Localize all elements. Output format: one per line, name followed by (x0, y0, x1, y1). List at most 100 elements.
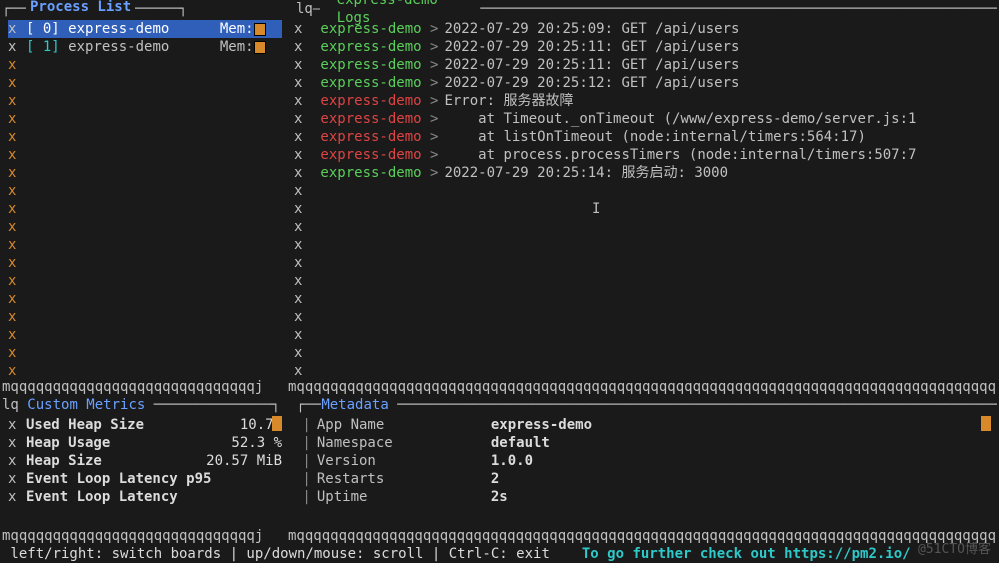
process-index: [ 1] (26, 38, 68, 56)
process-row[interactable]: x[ 1] express-demo Mem: (8, 38, 282, 56)
row-marker-icon: x (8, 434, 26, 452)
metric-value: 20.57 MiB (206, 452, 282, 470)
log-line: x express-demo > at process.processTimer… (294, 146, 991, 164)
row-marker-icon: x (8, 362, 26, 378)
mem-usage-bar-icon (254, 23, 266, 36)
process-list-title: Process List (26, 0, 135, 16)
empty-row: x (8, 146, 282, 164)
metric-row: xHeap Usage 52.3 % (8, 434, 282, 452)
log-message: Error: 服务器故障 (438, 92, 573, 110)
empty-row: x (294, 254, 991, 272)
row-marker-icon: x (294, 110, 312, 128)
metric-row: xUsed Heap Size10.76 (8, 416, 282, 434)
metadata-value: 1.0.0 (491, 452, 533, 470)
metadata-value: default (491, 434, 550, 452)
log-process-name: express-demo (312, 20, 430, 38)
row-marker-icon: x (8, 344, 26, 362)
row-marker-icon: | (294, 435, 311, 451)
empty-row: x (294, 326, 991, 344)
process-row[interactable]: x[ 0] express-demo Mem: (8, 20, 282, 38)
watermark: @51CTO博客 (918, 541, 991, 559)
log-separator: > (430, 164, 438, 182)
metadata-row: |Uptime2s (294, 488, 991, 506)
metadata-value: express-demo (491, 416, 592, 434)
row-marker-icon: x (294, 272, 312, 290)
logs-body[interactable]: x express-demo >2022-07-29 20:25:09: GET… (288, 18, 997, 378)
row-marker-icon: x (8, 200, 26, 218)
metric-label: Event Loop Latency (26, 489, 178, 505)
log-line: x express-demo > at Timeout._onTimeout (… (294, 110, 991, 128)
divider-border: mqqqqqqqqqqqqqqqqqqqqqqqqqqqqqqqqqqqqqqq… (288, 378, 997, 396)
footer-link[interactable]: To go further check out https://pm2.io/ (582, 545, 911, 563)
empty-row: x (8, 308, 282, 326)
empty-row: x (8, 200, 282, 218)
row-marker-icon: x (8, 128, 26, 146)
log-separator: > (430, 56, 438, 74)
metric-label: Heap Usage (26, 435, 110, 451)
empty-row: x (8, 164, 282, 182)
log-message: 2022-07-29 20:25:09: GET /api/users (438, 20, 739, 38)
process-list-panel: ┌── Process List ─────────────────┐ x[ 0… (2, 0, 288, 378)
log-line: x express-demo > at listOnTimeout (node:… (294, 128, 991, 146)
empty-row: x (294, 290, 991, 308)
metadata-row: |Namespacedefault (294, 434, 991, 452)
row-marker-icon: | (294, 417, 311, 433)
scroll-indicator-icon (981, 416, 991, 431)
row-marker-icon: x (294, 56, 312, 74)
log-message: 2022-07-29 20:25:14: 服务启动: 3000 (438, 164, 728, 182)
row-marker-icon: x (294, 182, 312, 200)
row-marker-icon: x (8, 218, 26, 236)
log-separator: > (430, 20, 438, 38)
metadata-label: Restarts (311, 470, 491, 488)
log-message: at listOnTimeout (node:internal/timers:5… (438, 128, 865, 146)
row-marker-icon: x (8, 74, 26, 92)
metrics-body: xUsed Heap Size10.76xHeap Usage52.3 %xHe… (2, 414, 288, 508)
empty-row: x (294, 182, 991, 200)
empty-row: x (8, 344, 282, 362)
metadata-panel: ┌── Metadata ───────────────────────────… (288, 396, 997, 527)
metadata-title: Metadata (321, 396, 388, 414)
empty-row: x (8, 128, 282, 146)
row-marker-icon: | (294, 453, 311, 469)
row-marker-icon: x (8, 92, 26, 110)
empty-row: xI (294, 200, 991, 218)
process-list-body[interactable]: x[ 0] express-demo Mem:x[ 1] express-dem… (2, 18, 288, 378)
row-marker-icon: x (8, 56, 26, 74)
log-line: x express-demo >2022-07-29 20:25:14: 服务启… (294, 164, 991, 182)
log-line: x express-demo >2022-07-29 20:25:11: GET… (294, 56, 991, 74)
metric-label: Used Heap Size (26, 417, 144, 433)
row-marker-icon: x (294, 344, 312, 362)
row-marker-icon: x (294, 200, 312, 218)
row-marker-icon: x (8, 20, 26, 38)
mem-usage-bar-icon (254, 41, 266, 54)
empty-row: x (8, 182, 282, 200)
empty-row: x (8, 236, 282, 254)
empty-row: x (8, 362, 282, 378)
log-process-name: express-demo (312, 74, 430, 92)
empty-row: x (294, 308, 991, 326)
row-marker-icon: x (294, 164, 312, 182)
metadata-body: |App Nameexpress-demo |Namespacedefault … (288, 414, 997, 508)
log-separator: > (430, 92, 438, 110)
row-marker-icon: x (8, 470, 26, 488)
mem-label: Mem: (220, 38, 254, 56)
process-index: [ 0] (26, 20, 68, 38)
metadata-label: Version (311, 452, 491, 470)
metadata-row: |Restarts2 (294, 470, 991, 488)
empty-row: x (294, 362, 991, 378)
metadata-row: |Version1.0.0 (294, 452, 991, 470)
row-marker-icon: | (294, 489, 311, 505)
custom-metrics-panel: lq Custom Metrics ──────────────┐ xUsed … (2, 396, 288, 527)
mem-label: Mem: (220, 20, 254, 38)
empty-row: x (8, 92, 282, 110)
metric-value: 52.3 % (231, 434, 282, 452)
divider-border: mqqqqqqqqqqqqqqqqqqqqqqqqqqqqqj (2, 527, 288, 545)
row-marker-icon: x (8, 452, 26, 470)
log-message: 2022-07-29 20:25:12: GET /api/users (438, 74, 739, 92)
row-marker-icon: x (8, 326, 26, 344)
log-line: x express-demo >2022-07-29 20:25:11: GET… (294, 38, 991, 56)
log-process-name: express-demo (312, 92, 430, 110)
log-line: x express-demo >Error: 服务器故障 (294, 92, 991, 110)
log-separator: > (430, 146, 438, 164)
row-marker-icon: x (8, 308, 26, 326)
